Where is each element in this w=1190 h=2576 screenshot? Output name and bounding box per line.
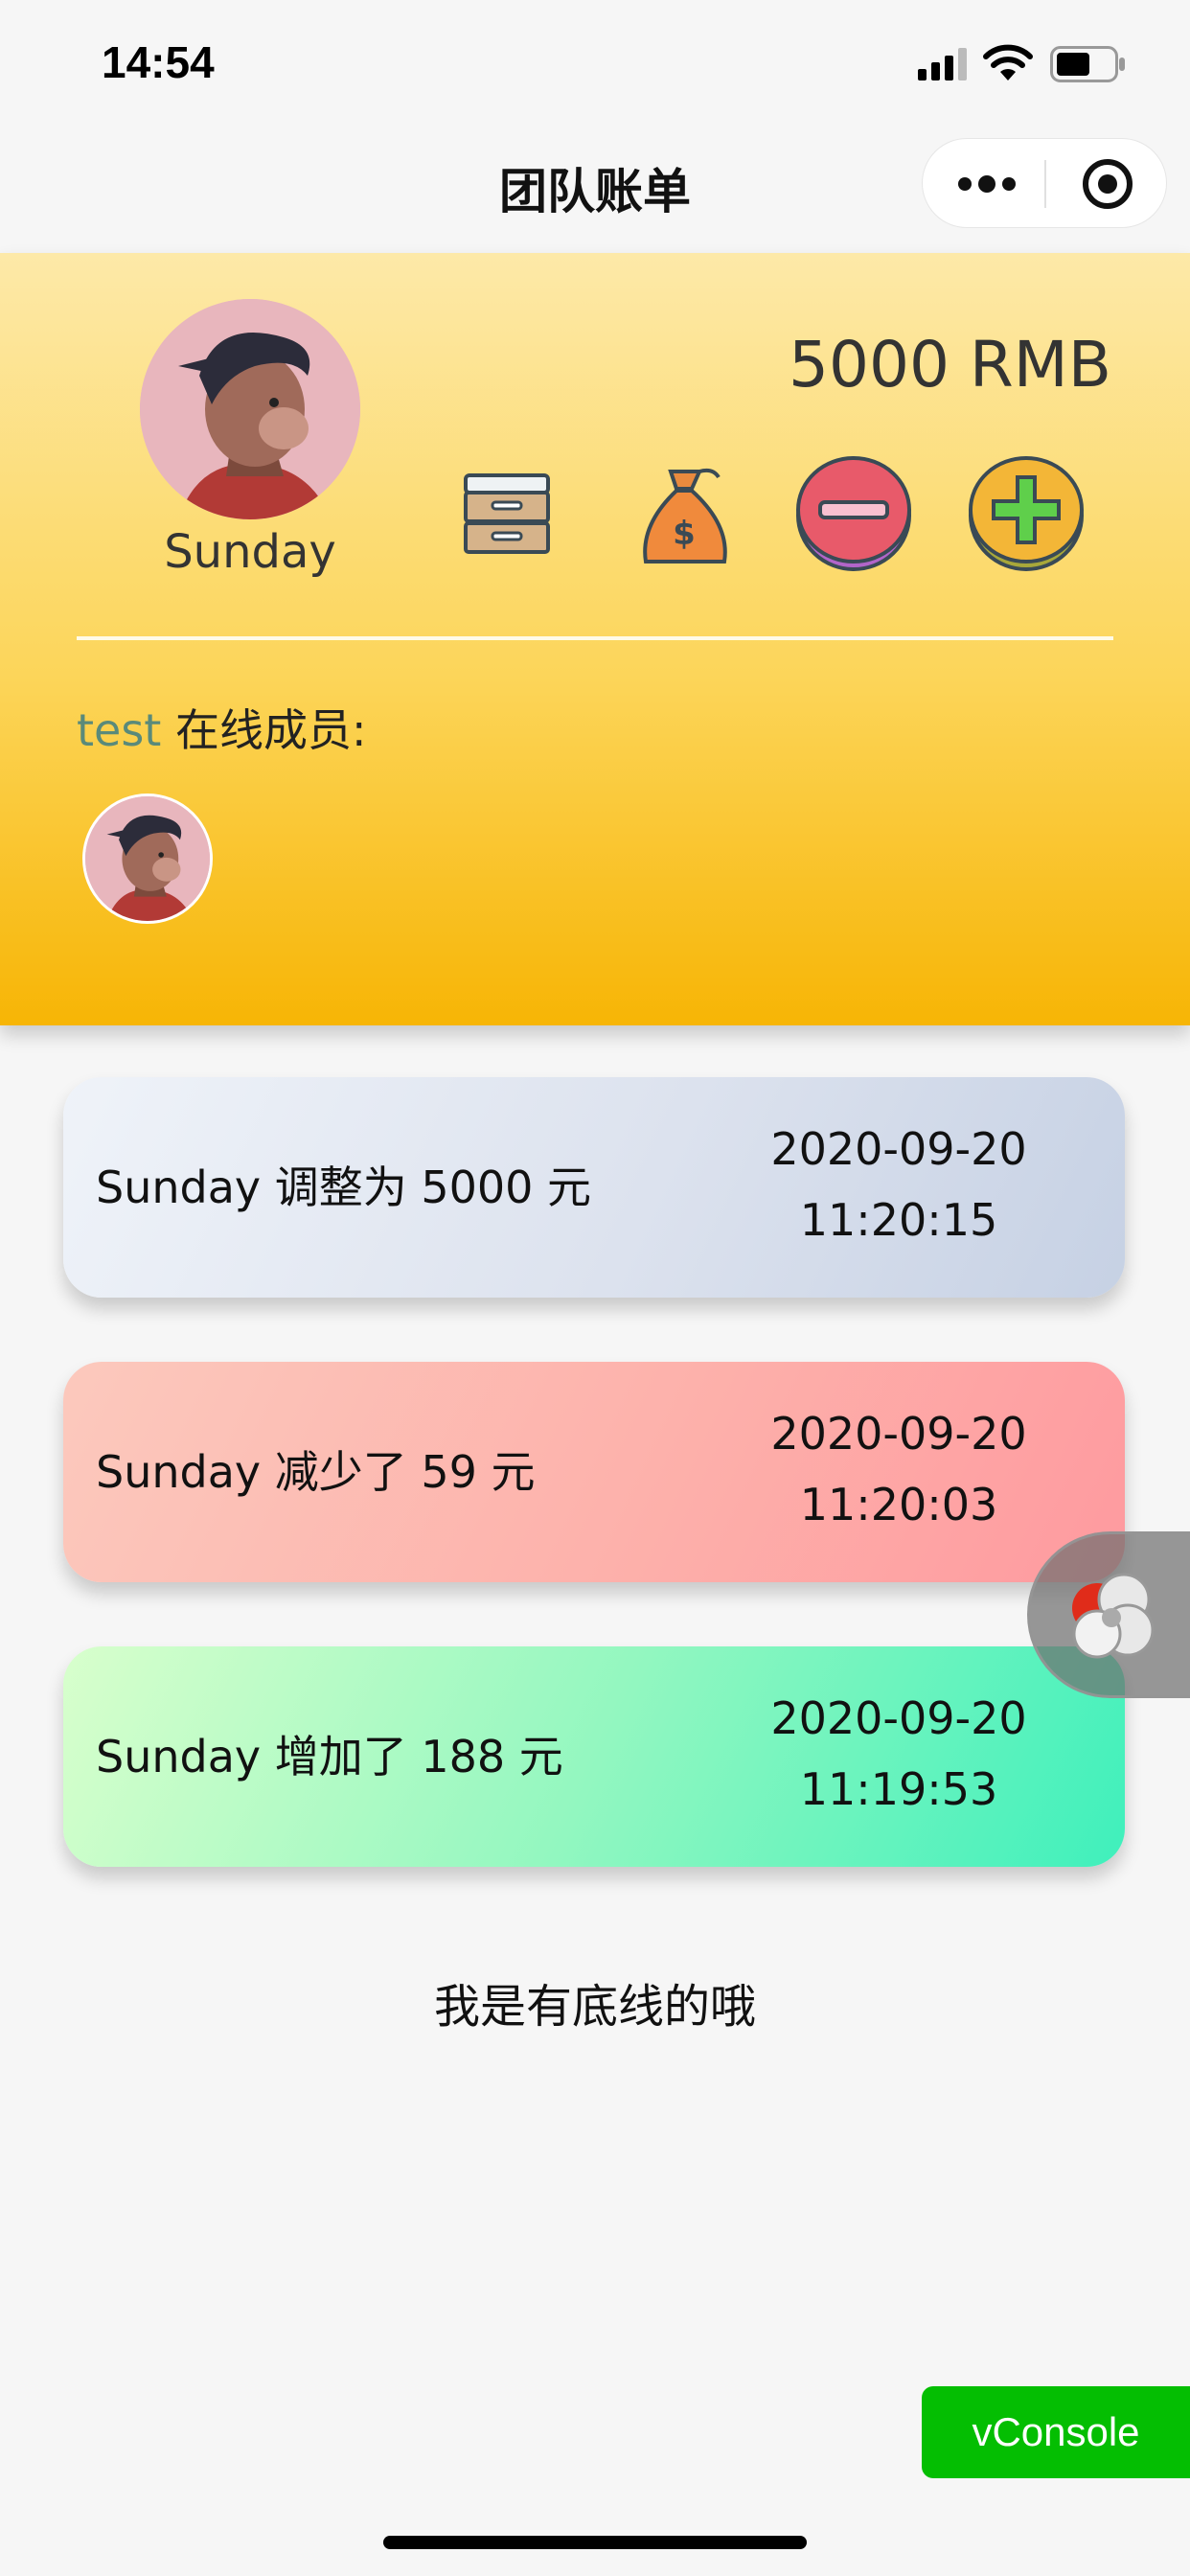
record-description: Sunday 调整为 5000 元 (96, 1162, 592, 1213)
floating-widget[interactable] (1027, 1531, 1190, 1698)
close-target-icon[interactable] (1082, 158, 1133, 210)
wifi-icon (983, 44, 1033, 80)
user-avatar[interactable] (140, 299, 360, 519)
online-members-label: test 在线成员: (77, 696, 366, 759)
online-members-text: 在线成员: (161, 704, 367, 756)
record-card[interactable]: Sunday 减少了 59 元 2020-09-20 11:20:03 (63, 1362, 1125, 1582)
record-time: 11:20:15 (799, 1194, 998, 1246)
status-time: 14:54 (102, 37, 215, 87)
record-date: 2020-09-20 (770, 1123, 1027, 1175)
battery-icon (1050, 46, 1125, 82)
online-member-avatar[interactable] (82, 794, 213, 924)
vconsole-button[interactable]: vConsole (922, 2386, 1190, 2478)
home-indicator[interactable] (383, 2536, 807, 2549)
status-bar: 14:54 (0, 0, 1190, 125)
team-name: test (77, 704, 162, 756)
header-divider (77, 636, 1113, 640)
money-bag-icon[interactable]: $ (621, 448, 745, 573)
record-description: Sunday 增加了 188 元 (96, 1731, 563, 1782)
record-description: Sunday 减少了 59 元 (96, 1446, 536, 1498)
drawer-icon[interactable] (445, 448, 569, 573)
record-date: 2020-09-20 (770, 1692, 1027, 1744)
record-date: 2020-09-20 (770, 1408, 1027, 1460)
mini-program-capsule (922, 138, 1167, 228)
flower-icon (1072, 1573, 1155, 1659)
more-icon[interactable] (957, 168, 1017, 200)
record-time: 11:20:03 (799, 1479, 998, 1530)
list-end-text: 我是有底线的哦 (433, 1980, 756, 2034)
minus-coin-icon[interactable] (791, 448, 916, 573)
cellular-signal-icon (918, 48, 967, 80)
team-balance: 5000 RMB (788, 328, 1111, 402)
team-header-card: Sunday 5000 RMB $ test 在线成员: (0, 253, 1190, 1025)
user-name: Sunday (164, 525, 336, 579)
record-time: 11:19:53 (799, 1763, 998, 1815)
record-card[interactable]: Sunday 调整为 5000 元 2020-09-20 11:20:15 (63, 1077, 1125, 1298)
plus-coin-icon[interactable] (964, 448, 1088, 573)
record-card[interactable]: Sunday 增加了 188 元 2020-09-20 11:19:53 (63, 1646, 1125, 1867)
svg-text:$: $ (673, 515, 696, 553)
capsule-divider (1044, 160, 1046, 208)
